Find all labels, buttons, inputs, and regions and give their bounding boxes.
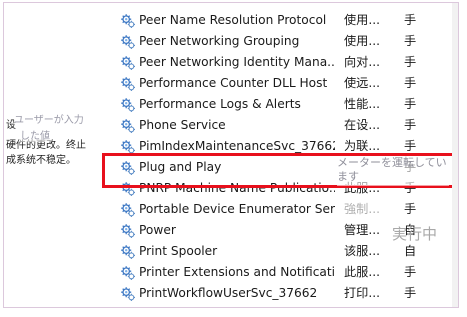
description-line-3: 成系统不稳定。 bbox=[6, 155, 76, 166]
service-startup-type: 手 bbox=[404, 202, 417, 216]
service-name: Phone Service bbox=[139, 118, 226, 132]
service-name: Power bbox=[139, 223, 176, 237]
service-description: 向对... bbox=[344, 55, 380, 69]
service-description: 管理... bbox=[344, 223, 380, 237]
service-startup-type: 自 bbox=[404, 244, 417, 258]
service-row[interactable]: Printer Extensions and Notificati... 此服.… bbox=[115, 262, 458, 283]
service-startup-type: 手 bbox=[404, 265, 417, 279]
service-row[interactable]: Portable Device Enumerator Ser... 強制... … bbox=[115, 199, 458, 220]
service-row[interactable]: Peer Networking Grouping 使用... 手 bbox=[115, 31, 458, 52]
service-startup-type: 手 bbox=[404, 34, 417, 48]
service-startup-type: 手 bbox=[404, 13, 417, 27]
service-gear-icon bbox=[120, 118, 136, 134]
service-description-panel: 设 硬件的更改。终止 成系统不稳定。 ユーザーが入力 した値 bbox=[4, 3, 107, 307]
service-gear-icon bbox=[120, 76, 136, 92]
service-description: 使远... bbox=[344, 76, 380, 90]
service-gear-icon bbox=[120, 265, 136, 281]
service-gear-icon bbox=[120, 97, 136, 113]
service-row[interactable]: Performance Logs & Alerts 性能... 手 bbox=[115, 94, 458, 115]
service-startup-type: 手 bbox=[404, 76, 417, 90]
service-description: 打印... bbox=[344, 286, 380, 300]
overlay-tip-center: メーターを運転しています bbox=[337, 156, 449, 186]
service-startup-type: 手 bbox=[404, 118, 417, 132]
service-gear-icon bbox=[120, 34, 136, 50]
service-row[interactable]: Peer Networking Identity Mana... 向对... 手 bbox=[115, 52, 458, 73]
services-window: 设 硬件的更改。终止 成系统不稳定。 ユーザーが入力 した値 Peer Name… bbox=[3, 2, 459, 308]
service-description: 此服... bbox=[344, 265, 380, 279]
service-name: Portable Device Enumerator Ser... bbox=[139, 202, 335, 216]
service-description: 強制... bbox=[344, 202, 380, 216]
service-description: 在设... bbox=[344, 118, 380, 132]
service-gear-icon bbox=[120, 202, 136, 218]
service-description: 性能... bbox=[344, 97, 380, 111]
service-gear-icon bbox=[120, 13, 136, 29]
service-gear-icon bbox=[120, 223, 136, 239]
service-gear-icon bbox=[120, 244, 136, 260]
service-name: PrintWorkflowUserSvc_37662 bbox=[139, 286, 318, 300]
overlay-tip-left-2: した値 bbox=[20, 127, 50, 142]
service-name: Peer Networking Identity Mana... bbox=[139, 55, 335, 69]
service-gear-icon bbox=[120, 286, 136, 302]
service-description: 该服... bbox=[344, 244, 380, 258]
service-row[interactable]: PrintWorkflowUserSvc_37662 打印... 手 bbox=[115, 283, 458, 304]
running-status-label: 実行中 bbox=[392, 225, 438, 243]
service-name: Performance Counter DLL Host bbox=[139, 76, 328, 90]
service-row[interactable]: Print Spooler 该服... 自 bbox=[115, 241, 458, 262]
service-gear-icon bbox=[120, 55, 136, 71]
vertical-scrollbar[interactable] bbox=[452, 3, 458, 307]
service-row[interactable]: Phone Service 在设... 手 bbox=[115, 115, 458, 136]
service-name: Printer Extensions and Notificati... bbox=[139, 265, 335, 279]
service-description: 使用... bbox=[344, 13, 380, 27]
service-name: Peer Networking Grouping bbox=[139, 34, 300, 48]
service-name: Peer Name Resolution Protocol bbox=[139, 13, 327, 27]
service-startup-type: 手 bbox=[404, 97, 417, 111]
service-startup-type: 手 bbox=[404, 286, 417, 300]
overlay-tip-left-1: ユーザーが入力 bbox=[14, 111, 84, 126]
service-row[interactable]: Peer Name Resolution Protocol 使用... 手 bbox=[115, 10, 458, 31]
service-description: 使用... bbox=[344, 34, 380, 48]
service-name: Performance Logs & Alerts bbox=[139, 97, 301, 111]
service-name: Print Spooler bbox=[139, 244, 218, 258]
service-row[interactable]: Performance Counter DLL Host 使远... 手 bbox=[115, 73, 458, 94]
service-startup-type: 手 bbox=[404, 55, 417, 69]
